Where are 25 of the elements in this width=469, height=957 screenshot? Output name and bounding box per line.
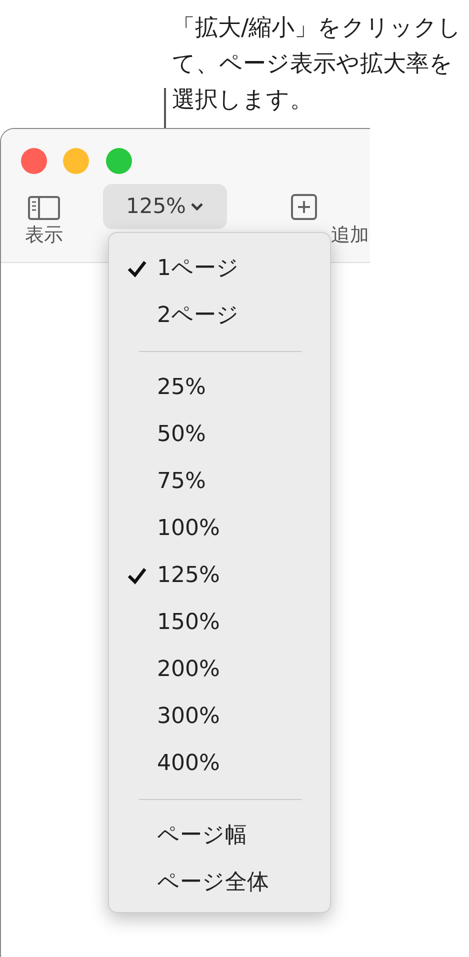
- menu-item[interactable]: 75%: [109, 458, 330, 505]
- close-button[interactable]: [21, 148, 47, 174]
- menu-item[interactable]: 25%: [109, 364, 330, 411]
- menu-item[interactable]: 125%: [109, 552, 330, 599]
- plus-icon: [291, 194, 317, 220]
- menu-item[interactable]: 150%: [109, 599, 330, 646]
- menu-item[interactable]: 200%: [109, 646, 330, 693]
- tool-label: 表示: [25, 226, 63, 245]
- callout-text: 「拡大/縮小」をクリックして、ページ表示や拡大率を選択します。: [172, 14, 462, 115]
- tool-label: 追加: [331, 226, 369, 245]
- zoom-button[interactable]: 125%: [103, 184, 227, 229]
- caret-icon: [190, 202, 204, 212]
- menu-item[interactable]: 300%: [109, 693, 330, 740]
- menu-item[interactable]: 2ページ: [109, 292, 330, 339]
- menu-item[interactable]: ページ全体: [109, 859, 330, 906]
- menu-item[interactable]: 50%: [109, 411, 330, 458]
- add-tool[interactable]: 追加: [291, 194, 369, 245]
- menu-item[interactable]: ページ幅: [109, 812, 330, 859]
- menu-item[interactable]: 400%: [109, 740, 330, 787]
- menu-item[interactable]: 1ページ: [109, 245, 330, 292]
- maximize-button[interactable]: [106, 148, 132, 174]
- minimize-button[interactable]: [63, 148, 89, 174]
- sidebar-tool[interactable]: 表示: [25, 196, 63, 245]
- menu-item[interactable]: 100%: [109, 505, 330, 552]
- sidebar-icon: [28, 196, 60, 220]
